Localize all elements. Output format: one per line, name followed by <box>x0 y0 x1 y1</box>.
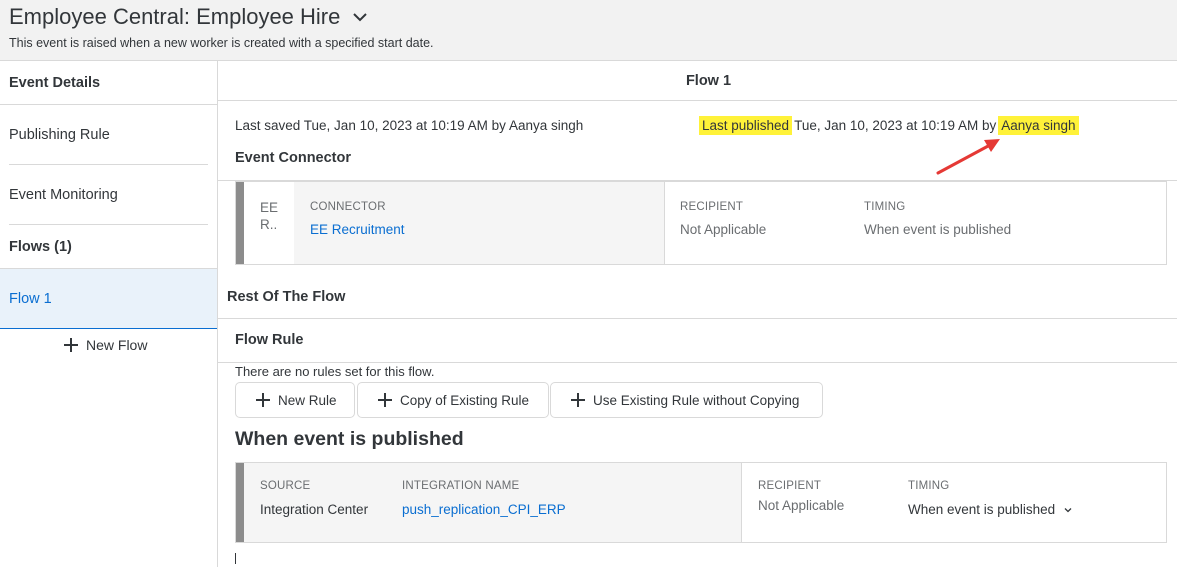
timing-value: When event is published <box>864 222 1012 237</box>
integration-name-link[interactable]: push_replication_CPI_ERP <box>402 502 566 517</box>
last-published-date: Tue, Jan 10, 2023 at 10:19 AM by <box>794 117 997 133</box>
card-accent-bar <box>236 182 244 264</box>
divider <box>218 362 1177 363</box>
plus-icon <box>378 393 392 407</box>
rest-of-flow-title: Rest Of The Flow <box>227 289 346 305</box>
connector-abbrev-line1: EE <box>260 200 279 215</box>
integration-card[interactable]: SOURCE Integration Center INTEGRATION NA… <box>235 462 1167 543</box>
event-connector-card[interactable]: EE R.. CONNECTOR EE Recruitment RECIPIEN… <box>235 181 1167 265</box>
recipient-label: RECIPIENT <box>758 480 822 492</box>
page-title: Employee Central: Employee Hire <box>9 4 341 29</box>
use-existing-rule-button[interactable]: Use Existing Rule without Copying <box>550 382 823 418</box>
sidebar-item-event-monitoring[interactable]: Event Monitoring <box>0 165 217 224</box>
plus-icon <box>64 338 78 352</box>
flow-title: Flow 1 <box>218 61 1177 101</box>
source-value: Integration Center <box>260 502 369 517</box>
when-published-title: When event is published <box>235 428 464 450</box>
sidebar-item-publishing-rule[interactable]: Publishing Rule <box>0 105 217 164</box>
last-published-text: Last published Tue, Jan 10, 2023 at 10:1… <box>699 114 1079 136</box>
recipient-value: Not Applicable <box>758 498 845 513</box>
divider <box>218 318 1177 319</box>
divider <box>664 182 665 264</box>
card-accent-bar <box>236 463 244 542</box>
divider <box>741 463 742 542</box>
recipient-value: Not Applicable <box>680 222 767 237</box>
last-published-label: Last published <box>699 115 793 135</box>
timing-label: TIMING <box>908 480 950 492</box>
use-existing-rule-label: Use Existing Rule without Copying <box>593 392 800 408</box>
timing-dropdown[interactable]: When event is published <box>908 502 1073 517</box>
sidebar-section-event-details: Event Details <box>9 74 101 91</box>
no-rules-text: There are no rules set for this flow. <box>235 364 435 379</box>
page-header: Employee Central: Employee Hire This eve… <box>0 0 1177 61</box>
event-connector-title: Event Connector <box>235 150 352 166</box>
source-label: SOURCE <box>260 480 311 492</box>
text-cursor <box>235 553 236 564</box>
sidebar: Event Details Publishing Rule Event Moni… <box>0 61 218 567</box>
plus-icon <box>256 393 270 407</box>
new-flow-label: New Flow <box>86 337 148 353</box>
chevron-down-icon <box>1064 508 1072 513</box>
page-subtitle: This event is raised when a new worker i… <box>9 36 434 50</box>
last-published-user: Aanya singh <box>998 115 1079 135</box>
sidebar-item-flow-1[interactable]: Flow 1 <box>0 269 217 329</box>
chevron-down-icon[interactable] <box>352 9 368 25</box>
main-content: Flow 1 Last saved Tue, Jan 10, 2023 at 1… <box>218 61 1177 567</box>
new-flow-button[interactable]: New Flow <box>64 337 147 353</box>
new-rule-label: New Rule <box>278 392 337 408</box>
copy-existing-rule-button[interactable]: Copy of Existing Rule <box>357 382 549 418</box>
page-title-group[interactable]: Employee Central: Employee Hire <box>9 4 368 30</box>
timing-label: TIMING <box>864 201 906 213</box>
timing-dropdown-value: When event is published <box>908 502 1056 517</box>
plus-icon <box>571 393 585 407</box>
sidebar-section-flows: Flows (1) <box>9 238 72 255</box>
last-saved-text: Last saved Tue, Jan 10, 2023 at 10:19 AM… <box>235 118 584 133</box>
recipient-label: RECIPIENT <box>680 201 744 213</box>
flow-rule-title: Flow Rule <box>235 332 304 348</box>
new-rule-button[interactable]: New Rule <box>235 382 355 418</box>
copy-existing-rule-label: Copy of Existing Rule <box>400 392 530 408</box>
connector-link[interactable]: EE Recruitment <box>310 222 405 237</box>
integration-name-label: INTEGRATION NAME <box>402 480 520 492</box>
connector-label: CONNECTOR <box>310 201 386 213</box>
connector-abbrev-line2: R.. <box>260 217 278 232</box>
connector-abbrev: EE R.. <box>260 199 278 233</box>
